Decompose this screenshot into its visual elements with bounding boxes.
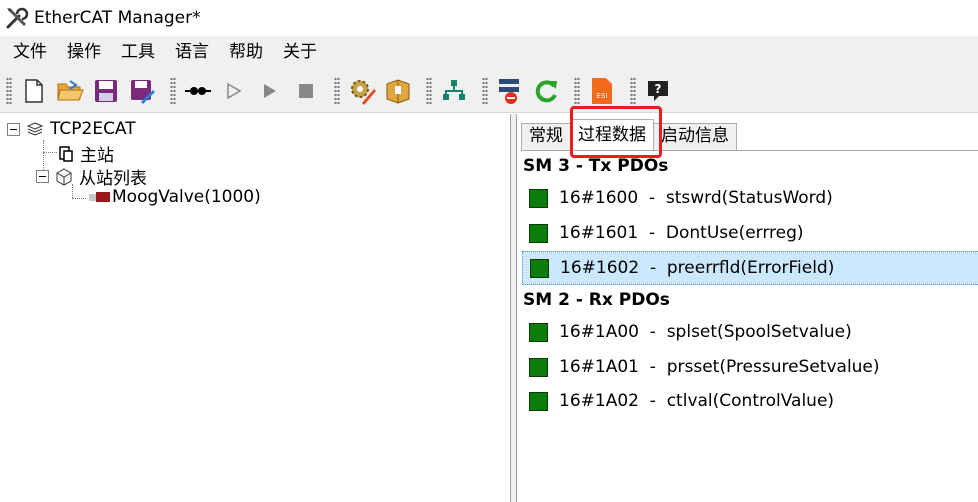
pdo-row[interactable]: 16#1A01 - prsset(PressureSetvalue) xyxy=(522,350,978,384)
menu-language[interactable]: 语言 xyxy=(165,36,219,69)
pdo-index: 16#1A00 xyxy=(559,322,639,342)
tree-node-master[interactable]: 主站 xyxy=(58,141,114,166)
toolbar-grip[interactable] xyxy=(426,76,432,105)
title-bar: EtherCAT Manager* xyxy=(0,0,978,36)
tree-node-slave-list[interactable]: 从站列表 xyxy=(36,164,147,189)
pdo-index: 16#1A02 xyxy=(559,391,639,411)
pdo-name: splset(SpoolSetvalue) xyxy=(666,322,852,342)
collapse-icon[interactable] xyxy=(7,122,20,136)
pdo-separator: - xyxy=(639,258,667,278)
settings-edit-icon[interactable] xyxy=(348,77,376,105)
toolbar: ESI ? xyxy=(0,69,978,113)
pdo-index: 16#1A01 xyxy=(559,357,639,377)
pdo-row[interactable]: 16#1600 - stswrd(StatusWord) xyxy=(522,181,978,215)
pdo-checkbox[interactable] xyxy=(529,391,548,411)
menu-tools[interactable]: 工具 xyxy=(111,36,165,69)
pdo-name: DontUse(errreg) xyxy=(665,223,804,243)
menu-bar: 文件 操作 工具 语言 帮助 关于 xyxy=(0,36,978,69)
esi-label: ESI xyxy=(597,92,608,100)
pdo-name: prsset(PressureSetvalue) xyxy=(666,357,880,377)
open-folder-icon[interactable] xyxy=(56,77,84,105)
stack-icon xyxy=(26,122,44,136)
package-icon[interactable] xyxy=(384,77,412,105)
save-as-icon[interactable] xyxy=(128,77,156,105)
toolbar-grip[interactable] xyxy=(482,76,488,105)
toolbar-grip[interactable] xyxy=(6,76,12,105)
tree-slave-list-label: 从站列表 xyxy=(79,169,147,189)
stop-icon[interactable] xyxy=(292,77,320,105)
esi-file-icon[interactable]: ESI xyxy=(588,77,616,105)
toolbar-grip[interactable] xyxy=(630,76,636,105)
remove-device-icon[interactable] xyxy=(496,77,524,105)
window-title: EtherCAT Manager* xyxy=(34,8,201,28)
pdo-separator: - xyxy=(638,391,667,411)
pdo-checkbox[interactable] xyxy=(529,322,548,342)
tab-general[interactable]: 常规 xyxy=(521,123,571,150)
pdo-checkbox[interactable] xyxy=(529,223,548,243)
menu-help[interactable]: 帮助 xyxy=(219,36,273,69)
pdo-name: stswrd(StatusWord) xyxy=(665,188,833,208)
help-icon[interactable]: ? xyxy=(644,77,672,105)
tree-node-root[interactable]: TCP2ECAT xyxy=(7,119,136,139)
pdo-checkbox[interactable] xyxy=(530,258,549,278)
pdo-separator: - xyxy=(638,322,667,342)
play-outline-icon[interactable] xyxy=(220,77,248,105)
section-title-rx: SM 2 - Rx PDOs xyxy=(523,290,670,310)
tree-line xyxy=(43,152,57,153)
cube-icon xyxy=(56,167,72,186)
connect-icon[interactable] xyxy=(184,77,212,105)
pdo-name: preerrfld(ErrorField) xyxy=(666,258,835,278)
pdo-row[interactable]: 16#1A02 - ctlval(ControlValue) xyxy=(522,384,978,418)
pdo-index: 16#1602 xyxy=(560,258,640,278)
save-icon[interactable] xyxy=(92,77,120,105)
play-icon[interactable] xyxy=(256,77,284,105)
master-icon xyxy=(59,145,73,162)
help-label: ? xyxy=(655,82,662,96)
menu-file[interactable]: 文件 xyxy=(3,36,57,69)
toolbar-grip[interactable] xyxy=(170,76,176,105)
tree-root-label: TCP2ECAT xyxy=(50,119,136,139)
pdo-index: 16#1601 xyxy=(559,223,639,243)
refresh-icon[interactable] xyxy=(532,77,560,105)
tab-startup-info[interactable]: 启动信息 xyxy=(653,123,737,150)
pdo-index: 16#1600 xyxy=(559,188,639,208)
tree-slave-label: MoogValve(1000) xyxy=(112,187,261,207)
menu-about[interactable]: 关于 xyxy=(273,36,327,69)
tree-line xyxy=(72,198,86,199)
section-title-tx: SM 3 - Tx PDOs xyxy=(523,156,669,176)
tree-node-slave[interactable]: MoogValve(1000) xyxy=(89,187,261,207)
pdo-checkbox[interactable] xyxy=(529,188,548,208)
pdo-row[interactable]: 16#1A00 - splset(SpoolSetvalue) xyxy=(522,315,978,349)
pdo-separator: - xyxy=(638,223,666,243)
pdo-checkbox[interactable] xyxy=(529,357,548,377)
toolbar-grip[interactable] xyxy=(574,76,580,105)
menu-operation[interactable]: 操作 xyxy=(57,36,111,69)
pdo-separator: - xyxy=(638,188,666,208)
collapse-icon[interactable] xyxy=(36,170,49,183)
pdo-row-selected[interactable]: 16#1602 - preerrfld(ErrorField) xyxy=(522,251,978,285)
new-file-icon[interactable] xyxy=(20,77,48,105)
tools-icon xyxy=(6,7,29,29)
device-tree-pane: TCP2ECAT 主站 从站列表 MoogValve(1000) xyxy=(0,114,511,502)
highlight-box xyxy=(570,106,662,158)
pdo-name: ctlval(ControlValue) xyxy=(666,391,835,411)
valve-device-icon xyxy=(89,192,110,202)
network-icon[interactable] xyxy=(440,77,468,105)
tree-master-label: 主站 xyxy=(80,146,114,166)
pdo-row[interactable]: 16#1601 - DontUse(errreg) xyxy=(522,216,978,250)
pdo-separator: - xyxy=(638,357,667,377)
detail-pane: 常规 过程数据 启动信息 SM 3 - Tx PDOs 16#1600 - st… xyxy=(517,114,978,502)
toolbar-grip[interactable] xyxy=(334,76,340,105)
